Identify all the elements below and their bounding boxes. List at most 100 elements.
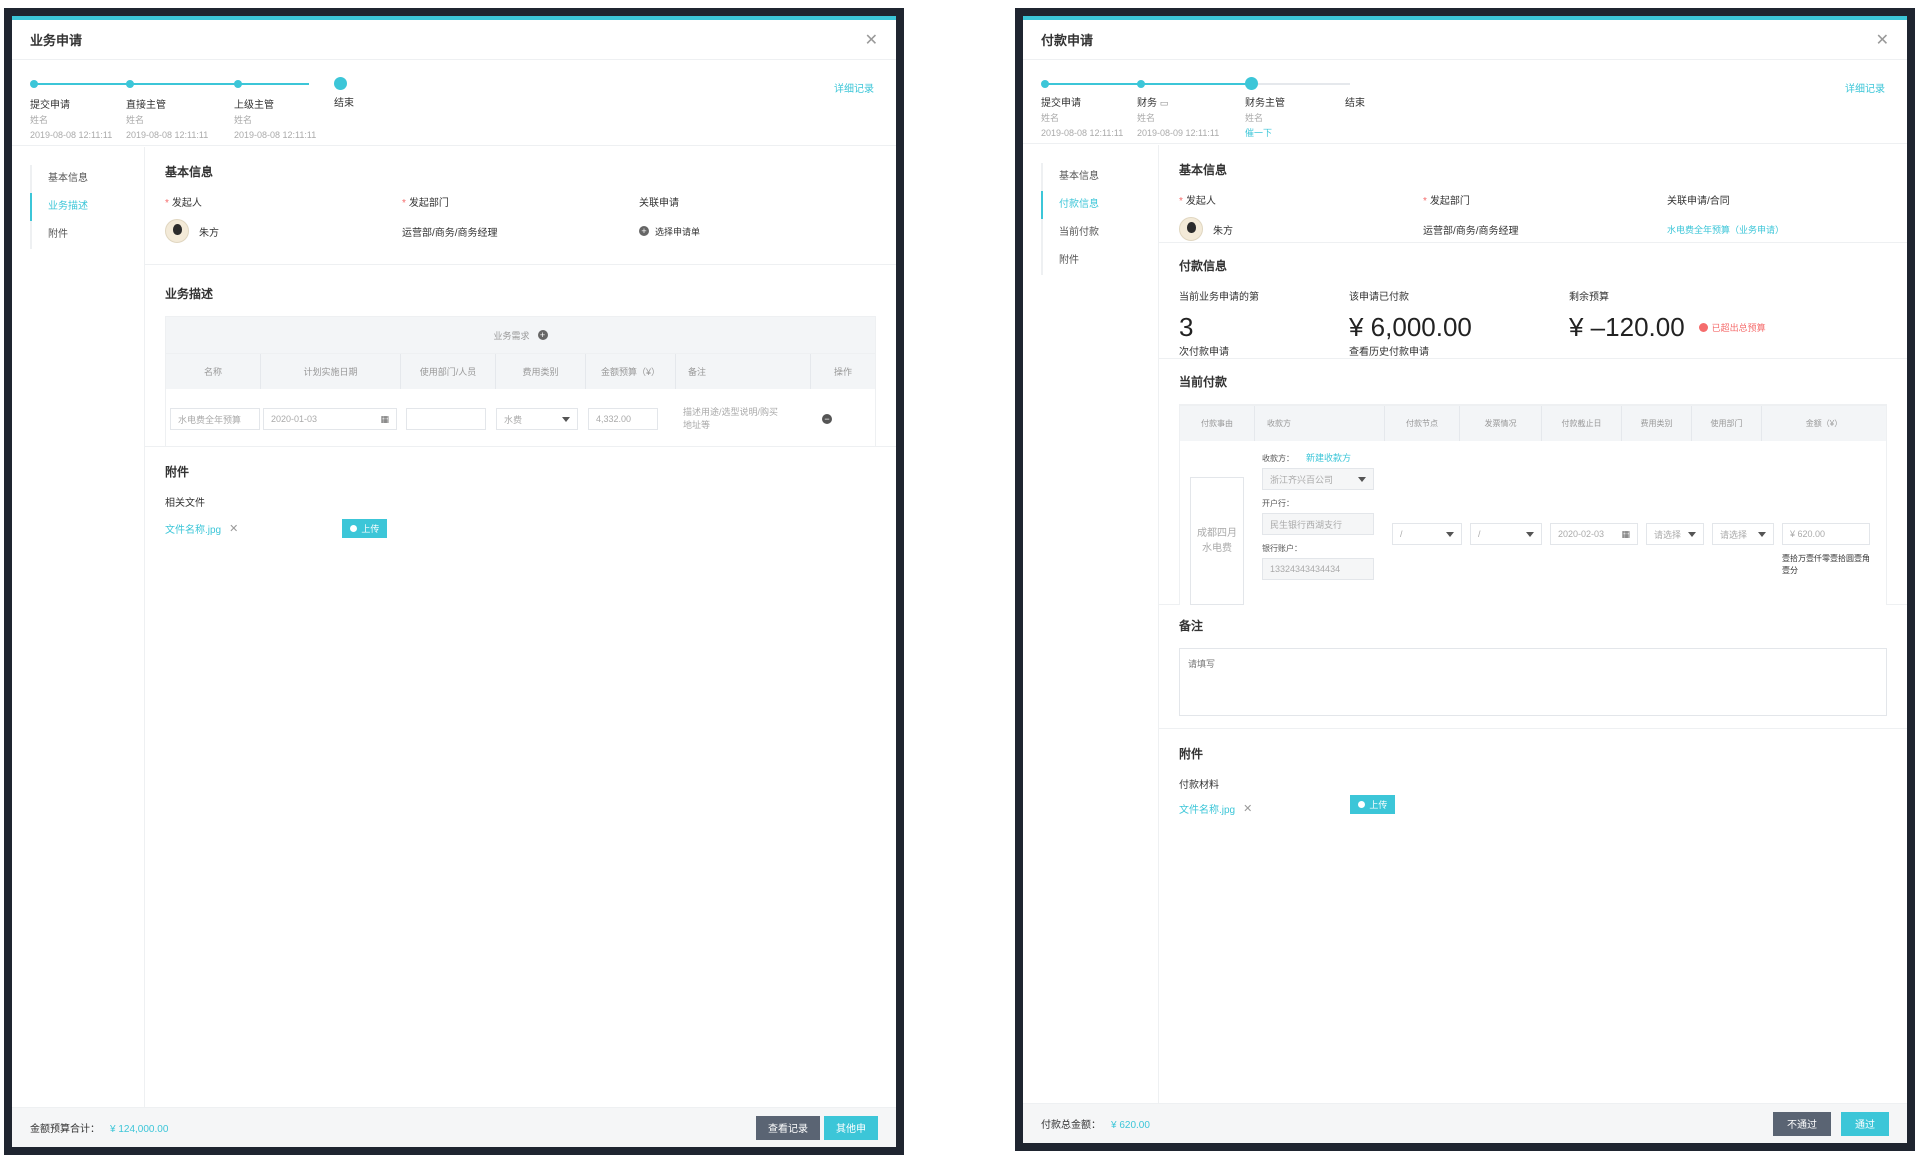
amount-input[interactable]: 4,332.00 bbox=[588, 408, 658, 430]
chevron-down-icon[interactable] bbox=[1688, 531, 1696, 537]
close-icon[interactable]: ✕ bbox=[1876, 30, 1889, 50]
attachments-section: 附件 相关文件 文件名称.jpg ✕ 上传 bbox=[145, 447, 896, 556]
account-input[interactable]: 13324343434434 bbox=[1262, 558, 1374, 580]
step-progress-line bbox=[34, 83, 309, 85]
nav-item-attachments[interactable]: 附件 bbox=[30, 221, 144, 249]
chevron-down-icon[interactable] bbox=[1446, 531, 1454, 537]
urge-link[interactable]: 催一下 bbox=[1245, 126, 1285, 141]
dept-input[interactable] bbox=[406, 408, 486, 430]
column-header: 费用类别 bbox=[496, 354, 586, 389]
step-senior-manager: 上级主管 姓名 2019-08-08 12:11:11 bbox=[234, 98, 316, 143]
payment-info-section: 付款信息 当前业务申请的第 3 次付款申请 该申请已付款 ¥ 6,000.00 … bbox=[1159, 243, 1907, 359]
invoice-select[interactable]: / bbox=[1470, 523, 1542, 545]
related-application-link[interactable]: 水电费全年预算（业务申请） bbox=[1667, 223, 1784, 236]
amount-input[interactable]: ¥ 620.00 bbox=[1782, 523, 1870, 545]
step-dot bbox=[30, 80, 38, 88]
nav-item-current-payment[interactable]: 当前付款 bbox=[1041, 219, 1158, 247]
dept-value: 运营部/商务/商务经理 bbox=[402, 227, 498, 239]
step-name: 财务 bbox=[1137, 98, 1157, 109]
chevron-down-icon[interactable] bbox=[1526, 531, 1534, 537]
step-time: 2019-08-08 12:11:11 bbox=[30, 130, 113, 140]
label-text: 发起人 bbox=[171, 198, 202, 209]
step-dot bbox=[234, 80, 242, 88]
step-finance-manager: 财务主管 姓名 催一下 bbox=[1245, 96, 1285, 141]
initiator-field: * 发起人 朱方 bbox=[1179, 192, 1423, 241]
minus-circle-icon[interactable]: − bbox=[822, 414, 832, 424]
reject-button[interactable]: 不通过 bbox=[1773, 1111, 1831, 1136]
upload-button[interactable]: 上传 bbox=[342, 519, 388, 538]
table-header: 付款事由 收款方 付款节点 发票情况 付款截止日 费用类别 使用部门 金额（¥） bbox=[1180, 405, 1886, 441]
detail-records-link[interactable]: 详细记录 bbox=[834, 80, 874, 95]
category-select[interactable]: 水费 bbox=[496, 408, 578, 430]
section-title: 基本信息 bbox=[165, 165, 214, 179]
upload-icon bbox=[350, 525, 358, 532]
chevron-down-icon[interactable] bbox=[1758, 531, 1766, 537]
step-name: 直接主管 bbox=[126, 100, 166, 111]
nav-item-business-desc[interactable]: 业务描述 bbox=[30, 193, 144, 221]
step-direct-manager: 直接主管 姓名 2019-08-08 12:11:11 bbox=[126, 98, 208, 143]
upload-label: 上传 bbox=[1369, 800, 1388, 810]
bank-value: 民生银行西湖支行 bbox=[1270, 519, 1343, 530]
bank-input[interactable]: 民生银行西湖支行 bbox=[1262, 513, 1374, 535]
related-field: 关联申请/合同 水电费全年预算（业务申请） bbox=[1667, 192, 1887, 241]
label-text: 发起人 bbox=[1185, 196, 1216, 207]
close-icon[interactable]: ✕ bbox=[865, 30, 878, 50]
dept-select[interactable]: 请选择 bbox=[1712, 523, 1774, 545]
deadline-picker[interactable]: 2020-02-03 ▦ bbox=[1550, 523, 1638, 545]
payment-history-link[interactable]: 查看历史付款申请 bbox=[1349, 343, 1569, 358]
date-picker[interactable]: 2020-01-03 ▦ bbox=[263, 408, 397, 430]
chevron-down-icon[interactable] bbox=[1358, 476, 1366, 482]
step-name: 结束 bbox=[334, 98, 354, 109]
chevron-down-icon[interactable] bbox=[562, 416, 570, 422]
remove-file-icon[interactable]: ✕ bbox=[229, 522, 238, 535]
step-submit: 提交申请 姓名 2019-08-08 12:11:11 bbox=[30, 98, 112, 143]
column-header: 付款截止日 bbox=[1542, 406, 1622, 441]
upload-button[interactable]: 上传 bbox=[1350, 795, 1396, 814]
remark-input[interactable]: 描述用途/选型说明/购买地址等 bbox=[683, 406, 783, 432]
payee-label: 收款方： bbox=[1262, 454, 1294, 463]
current-payment-section: 当前付款 付款事由 收款方 付款节点 发票情况 付款截止日 费用类别 使用部门 … bbox=[1159, 359, 1907, 606]
message-icon[interactable]: ▭ bbox=[1160, 98, 1169, 108]
dept-value: 运营部/商务/商务经理 bbox=[1423, 225, 1519, 237]
nav-item-attachments[interactable]: 附件 bbox=[1041, 247, 1158, 275]
other-application-button[interactable]: 其他申 bbox=[824, 1115, 878, 1140]
plus-circle-icon[interactable]: + bbox=[537, 330, 548, 340]
approve-button[interactable]: 通过 bbox=[1841, 1111, 1889, 1136]
calendar-icon[interactable]: ▦ bbox=[380, 414, 389, 425]
attachment-file-link[interactable]: 文件名称.jpg bbox=[165, 521, 221, 536]
step-time: 2019-08-09 12:11:11 bbox=[1137, 128, 1220, 138]
name-input[interactable]: 水电费全年预算 bbox=[170, 408, 260, 430]
step-time: 2019-08-08 12:11:11 bbox=[234, 130, 317, 140]
total-label: 付款总金额： bbox=[1041, 1120, 1101, 1131]
step-person: 姓名 bbox=[1041, 113, 1060, 123]
modal-body: 基本信息 业务描述 附件 基本信息 * 发起人 朱方 * 发起部门 运营部/商务/商… bbox=[12, 147, 896, 1107]
plus-circle-icon[interactable]: + bbox=[639, 226, 649, 236]
remove-file-icon[interactable]: ✕ bbox=[1243, 802, 1252, 815]
calendar-icon[interactable]: ▦ bbox=[1621, 529, 1630, 540]
left-window-frame: 业务申请 ✕ 详细记录 提交申请 姓名 2019-08-08 12:11:11 … bbox=[4, 8, 904, 1155]
payment-node-select[interactable]: / bbox=[1392, 523, 1462, 545]
table-header: 名称 计划实施日期 使用部门/人员 费用类别 金额预算（¥） 备注 操作 bbox=[166, 353, 875, 389]
nav-item-basic-info[interactable]: 基本信息 bbox=[30, 165, 144, 193]
section-title: 备注 bbox=[1179, 619, 1204, 633]
step-person: 姓名 bbox=[30, 115, 49, 125]
category-select[interactable]: 请选择 bbox=[1646, 523, 1704, 545]
detail-records-link[interactable]: 详细记录 bbox=[1845, 80, 1885, 95]
step-name: 结束 bbox=[1345, 98, 1365, 109]
view-records-button[interactable]: 查看记录 bbox=[756, 1115, 820, 1140]
attachment-file-link[interactable]: 文件名称.jpg bbox=[1179, 801, 1235, 816]
table-row: 成都四月水电费 收款方： 新建收款方 浙江齐兴百公司 开户行： 民生银行西湖支行 … bbox=[1180, 441, 1886, 605]
select-application-link[interactable]: 选择申请单 bbox=[655, 225, 700, 238]
step-end: 结束 bbox=[1345, 96, 1365, 111]
attachments-section: 附件 付款材料 文件名称.jpg ✕ 上传 bbox=[1159, 729, 1907, 1103]
payment-reason-input[interactable]: 成都四月水电费 bbox=[1190, 477, 1244, 605]
nav-item-payment-info[interactable]: 付款信息 bbox=[1041, 191, 1158, 219]
step-person: 姓名 bbox=[1137, 113, 1156, 123]
required-mark: * bbox=[165, 198, 169, 209]
new-payee-link[interactable]: 新建收款方 bbox=[1306, 453, 1351, 463]
remark-textarea[interactable] bbox=[1179, 648, 1887, 716]
payment-count: 3 bbox=[1179, 312, 1194, 342]
initiator-name: 朱方 bbox=[199, 227, 219, 239]
nav-item-basic-info[interactable]: 基本信息 bbox=[1041, 163, 1158, 191]
payee-select[interactable]: 浙江齐兴百公司 bbox=[1262, 468, 1374, 490]
